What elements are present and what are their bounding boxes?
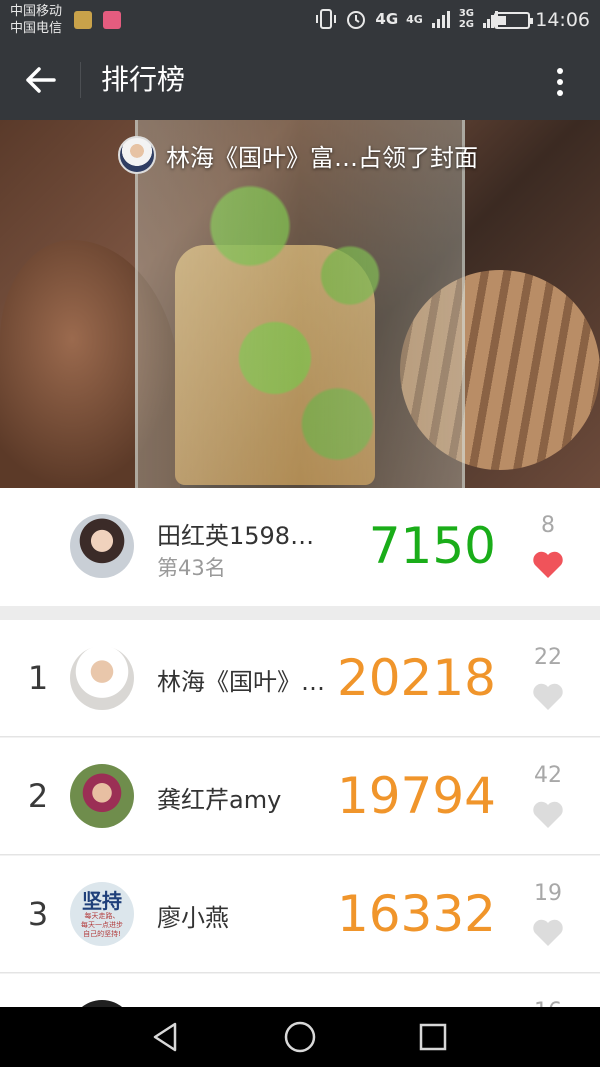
rank-number: 1 [27, 659, 49, 697]
step-count: 16332 [336, 885, 496, 943]
list-item[interactable]: 1 林海《国叶》… 20218 22 [0, 620, 600, 737]
like-count: 8 [541, 513, 555, 538]
avatar [70, 646, 134, 710]
like-count: 42 [534, 763, 562, 788]
status-icons: 4G 4G 3G 2G [315, 8, 500, 30]
avatar: 坚持 每天走路、 每天一点进步 自己的坚持! [70, 882, 134, 946]
battery-icon [494, 12, 533, 29]
heart-icon[interactable] [532, 800, 564, 830]
alarm-icon [347, 11, 366, 29]
carrier-1: 中国移动 [10, 4, 63, 19]
arrow-left-icon[interactable] [20, 60, 60, 100]
square-recent-icon[interactable] [415, 1019, 451, 1055]
circle-home-icon[interactable] [282, 1019, 318, 1055]
avatar [70, 764, 134, 828]
more-vertical-icon[interactable] [540, 62, 580, 102]
notification-app-icon [74, 11, 92, 29]
user-name: 林海《国叶》… [157, 668, 325, 696]
like-count: 22 [534, 645, 562, 670]
user-name: 廖小燕 [157, 904, 229, 932]
network-type-2: 4G [406, 12, 423, 26]
clock: 14:06 [535, 9, 590, 31]
network-type-3: 3G [458, 8, 474, 19]
app-bar-divider [80, 62, 81, 98]
user-name: 龚红芹amy [157, 786, 282, 814]
list-item[interactable]: 3 坚持 每天走路、 每天一点进步 自己的坚持! 廖小燕 16332 19 [0, 856, 600, 973]
rank-number: 2 [27, 777, 49, 815]
cover-caption[interactable]: 林海《国叶》富…占领了封面 [118, 135, 478, 175]
network-type-secondary: 3G 2G [459, 8, 474, 30]
step-count: 7150 [368, 517, 496, 575]
carrier-2: 中国电信 [10, 21, 63, 36]
carrier-info: 中国移动 中国电信 [10, 3, 62, 37]
step-count: 20218 [336, 649, 496, 707]
cover-caption-text: 林海《国叶》富…占领了封面 [166, 143, 478, 172]
network-type-1: 4G [375, 10, 399, 28]
cover-image[interactable] [0, 120, 600, 488]
user-name: 田红英1598… [157, 522, 315, 550]
status-bar: 中国移动 中国电信 4G 4G 3G 2G 14:06 [0, 0, 600, 40]
section-gap [0, 606, 600, 620]
list-item[interactable]: 2 龚红芹amy 19794 42 [0, 738, 600, 855]
avatar-text: 坚持 [82, 888, 122, 913]
notification-app-icon [103, 11, 121, 29]
row-divider [0, 854, 600, 855]
like-count: 19 [534, 881, 562, 906]
my-rank-row[interactable]: 田红英1598… 第43名 7150 8 [0, 488, 600, 606]
signal-icon [431, 11, 450, 28]
avatar-subtext: 每天一点进步 [81, 920, 123, 929]
row-divider [0, 736, 600, 737]
rank-number: 3 [27, 895, 49, 933]
avatar [118, 136, 156, 174]
step-count: 19794 [336, 767, 496, 825]
network-type-4: 2G [458, 19, 474, 30]
page-title: 排行榜 [101, 63, 186, 96]
my-rank-text: 第43名 [157, 556, 226, 580]
avatar-subtext: 每天走路、 [84, 911, 120, 920]
heart-icon[interactable] [532, 682, 564, 712]
app-bar: 排行榜 [0, 40, 600, 120]
triangle-back-icon[interactable] [148, 1019, 184, 1055]
avatar [70, 514, 134, 578]
heart-icon[interactable] [532, 550, 564, 580]
system-nav-bar [0, 1007, 600, 1067]
heart-icon[interactable] [532, 918, 564, 948]
avatar-subtext: 自己的坚持! [83, 929, 121, 938]
cover-photo-glass [135, 120, 465, 488]
vibrate-icon [316, 9, 337, 29]
row-divider [0, 972, 600, 973]
